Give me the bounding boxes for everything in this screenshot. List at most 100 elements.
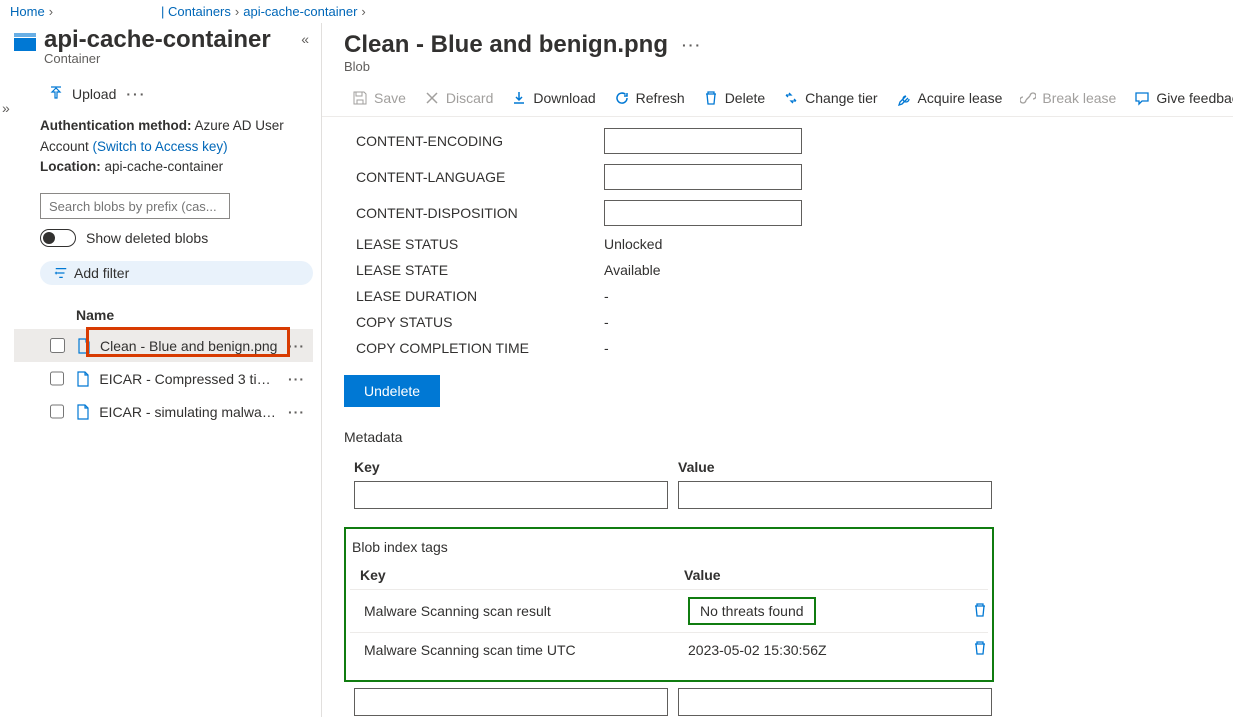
blob-row-more-icon[interactable]: ··· — [288, 404, 305, 420]
metadata-key-input[interactable] — [354, 481, 668, 509]
index-tag-row: Malware Scanning scan resultNo threats f… — [350, 589, 988, 632]
blob-subtitle: Blob — [344, 59, 668, 74]
index-tag-key-input[interactable] — [354, 688, 668, 716]
add-filter-label: Add filter — [74, 265, 129, 281]
left-more-icon[interactable]: ··· — [126, 86, 146, 102]
index-tags-key-header: Key — [360, 567, 684, 583]
change-tier-icon — [783, 90, 799, 106]
blob-row-more-icon[interactable]: ··· — [288, 371, 305, 387]
feedback-button[interactable]: Give feedback — [1126, 86, 1233, 110]
breadcrumb-containers[interactable]: | Containers — [161, 4, 231, 19]
left-pane: api-cache-container Container « Upload ·… — [0, 23, 322, 717]
blob-checkbox[interactable] — [50, 371, 64, 386]
change-tier-button[interactable]: Change tier — [775, 86, 885, 110]
property-input[interactable] — [604, 200, 802, 226]
name-column-header[interactable]: Name — [76, 307, 313, 323]
property-key: COPY STATUS — [356, 314, 604, 330]
upload-button[interactable]: Upload — [48, 86, 116, 102]
index-tag-value: 2023-05-02 15:30:56Z — [688, 642, 964, 658]
property-key: COPY COMPLETION TIME — [356, 340, 604, 356]
undelete-button[interactable]: Undelete — [344, 375, 440, 407]
property-value: Unlocked — [604, 236, 662, 252]
file-icon — [75, 404, 91, 420]
property-input[interactable] — [604, 164, 802, 190]
expand-chevron-icon[interactable]: » — [2, 100, 10, 116]
breadcrumb-home[interactable]: Home — [10, 4, 45, 19]
property-key: CONTENT-ENCODING — [356, 133, 604, 149]
property-key: LEASE DURATION — [356, 288, 604, 304]
show-deleted-label: Show deleted blobs — [86, 230, 208, 246]
file-icon — [76, 338, 92, 354]
blob-row[interactable]: EICAR - simulating malware.... ··· — [14, 395, 313, 428]
property-key: CONTENT-LANGUAGE — [356, 169, 604, 185]
index-tag-key: Malware Scanning scan time UTC — [364, 642, 688, 658]
discard-icon — [424, 90, 440, 106]
refresh-icon — [614, 90, 630, 106]
index-tag-row: Malware Scanning scan time UTC2023-05-02… — [350, 632, 988, 666]
delete-icon — [703, 90, 719, 106]
metadata-section-label: Metadata — [344, 429, 1233, 445]
blob-name: EICAR - Compressed 3 time... — [99, 371, 280, 387]
metadata-header: Key Value — [344, 455, 1233, 481]
blob-checkbox[interactable] — [50, 404, 64, 419]
property-input[interactable] — [604, 128, 802, 154]
delete-tag-icon[interactable] — [972, 640, 988, 659]
property-row: CONTENT-LANGUAGE — [356, 159, 1233, 195]
property-row: CONTENT-ENCODING — [356, 123, 1233, 159]
blob-title: Clean - Blue and benign.png — [344, 31, 668, 59]
blob-index-tags-section: Blob index tags Key Value Malware Scanni… — [344, 527, 994, 682]
delete-button[interactable]: Delete — [695, 86, 773, 110]
collapse-pane-icon[interactable]: « — [297, 27, 313, 51]
blob-detail-scroll[interactable]: CONTENT-ENCODING CONTENT-LANGUAGE CONTENT-… — [322, 117, 1233, 717]
index-tag-value-input[interactable] — [678, 688, 992, 716]
right-pane: Clean - Blue and benign.png Blob ··· ✕ S… — [322, 23, 1233, 717]
file-icon — [75, 371, 91, 387]
index-tags-label: Blob index tags — [350, 539, 988, 555]
property-value: - — [604, 288, 609, 304]
index-tag-value: No threats found — [688, 597, 964, 625]
blob-row-more-icon[interactable]: ··· — [288, 338, 305, 354]
property-value: - — [604, 314, 609, 330]
index-tags-value-header: Value — [684, 567, 721, 583]
show-deleted-toggle[interactable] — [40, 229, 76, 247]
metadata-key-header: Key — [354, 459, 678, 475]
blob-more-icon[interactable]: ··· — [682, 31, 702, 53]
download-icon — [511, 90, 527, 106]
blob-row[interactable]: Clean - Blue and benign.png ··· — [14, 329, 313, 362]
add-filter-button[interactable]: Add filter — [40, 261, 313, 285]
upload-label: Upload — [72, 86, 116, 102]
breadcrumb: Home› | Containers› api-cache-container› — [0, 0, 1233, 23]
switch-access-key-link[interactable]: (Switch to Access key) — [93, 139, 228, 154]
property-value: - — [604, 340, 609, 356]
property-row: CONTENT-DISPOSITION — [356, 195, 1233, 231]
delete-tag-icon[interactable] — [972, 602, 988, 621]
save-button: Save — [344, 86, 414, 110]
close-icon[interactable]: ✕ — [1227, 31, 1233, 56]
feedback-icon — [1134, 90, 1150, 106]
index-tags-header: Key Value — [350, 563, 988, 589]
download-button[interactable]: Download — [503, 86, 603, 110]
break-lease-button: Break lease — [1012, 86, 1124, 110]
refresh-button[interactable]: Refresh — [606, 86, 693, 110]
container-subtitle: Container — [44, 51, 271, 66]
blob-checkbox[interactable] — [50, 338, 65, 353]
blob-row[interactable]: EICAR - Compressed 3 time... ··· — [14, 362, 313, 395]
blob-name: EICAR - simulating malware.... — [99, 404, 280, 420]
container-icon — [14, 33, 36, 51]
filter-icon — [54, 266, 68, 280]
metadata-value-header: Value — [678, 459, 715, 475]
discard-button: Discard — [416, 86, 501, 110]
property-row: COPY STATUS- — [356, 309, 1233, 335]
property-row: COPY COMPLETION TIME- — [356, 335, 1233, 361]
property-row: LEASE DURATION- — [356, 283, 1233, 309]
auth-info: Authentication method: Azure AD User Acc… — [40, 116, 313, 177]
property-value: Available — [604, 262, 661, 278]
breadcrumb-container[interactable]: api-cache-container — [243, 4, 357, 19]
upload-icon — [48, 86, 64, 102]
metadata-value-input[interactable] — [678, 481, 992, 509]
acquire-lease-button[interactable]: Acquire lease — [888, 86, 1011, 110]
search-blobs-input[interactable] — [40, 193, 230, 219]
blob-name: Clean - Blue and benign.png — [100, 338, 277, 354]
acquire-lease-icon — [896, 90, 912, 106]
property-row: LEASE STATEAvailable — [356, 257, 1233, 283]
